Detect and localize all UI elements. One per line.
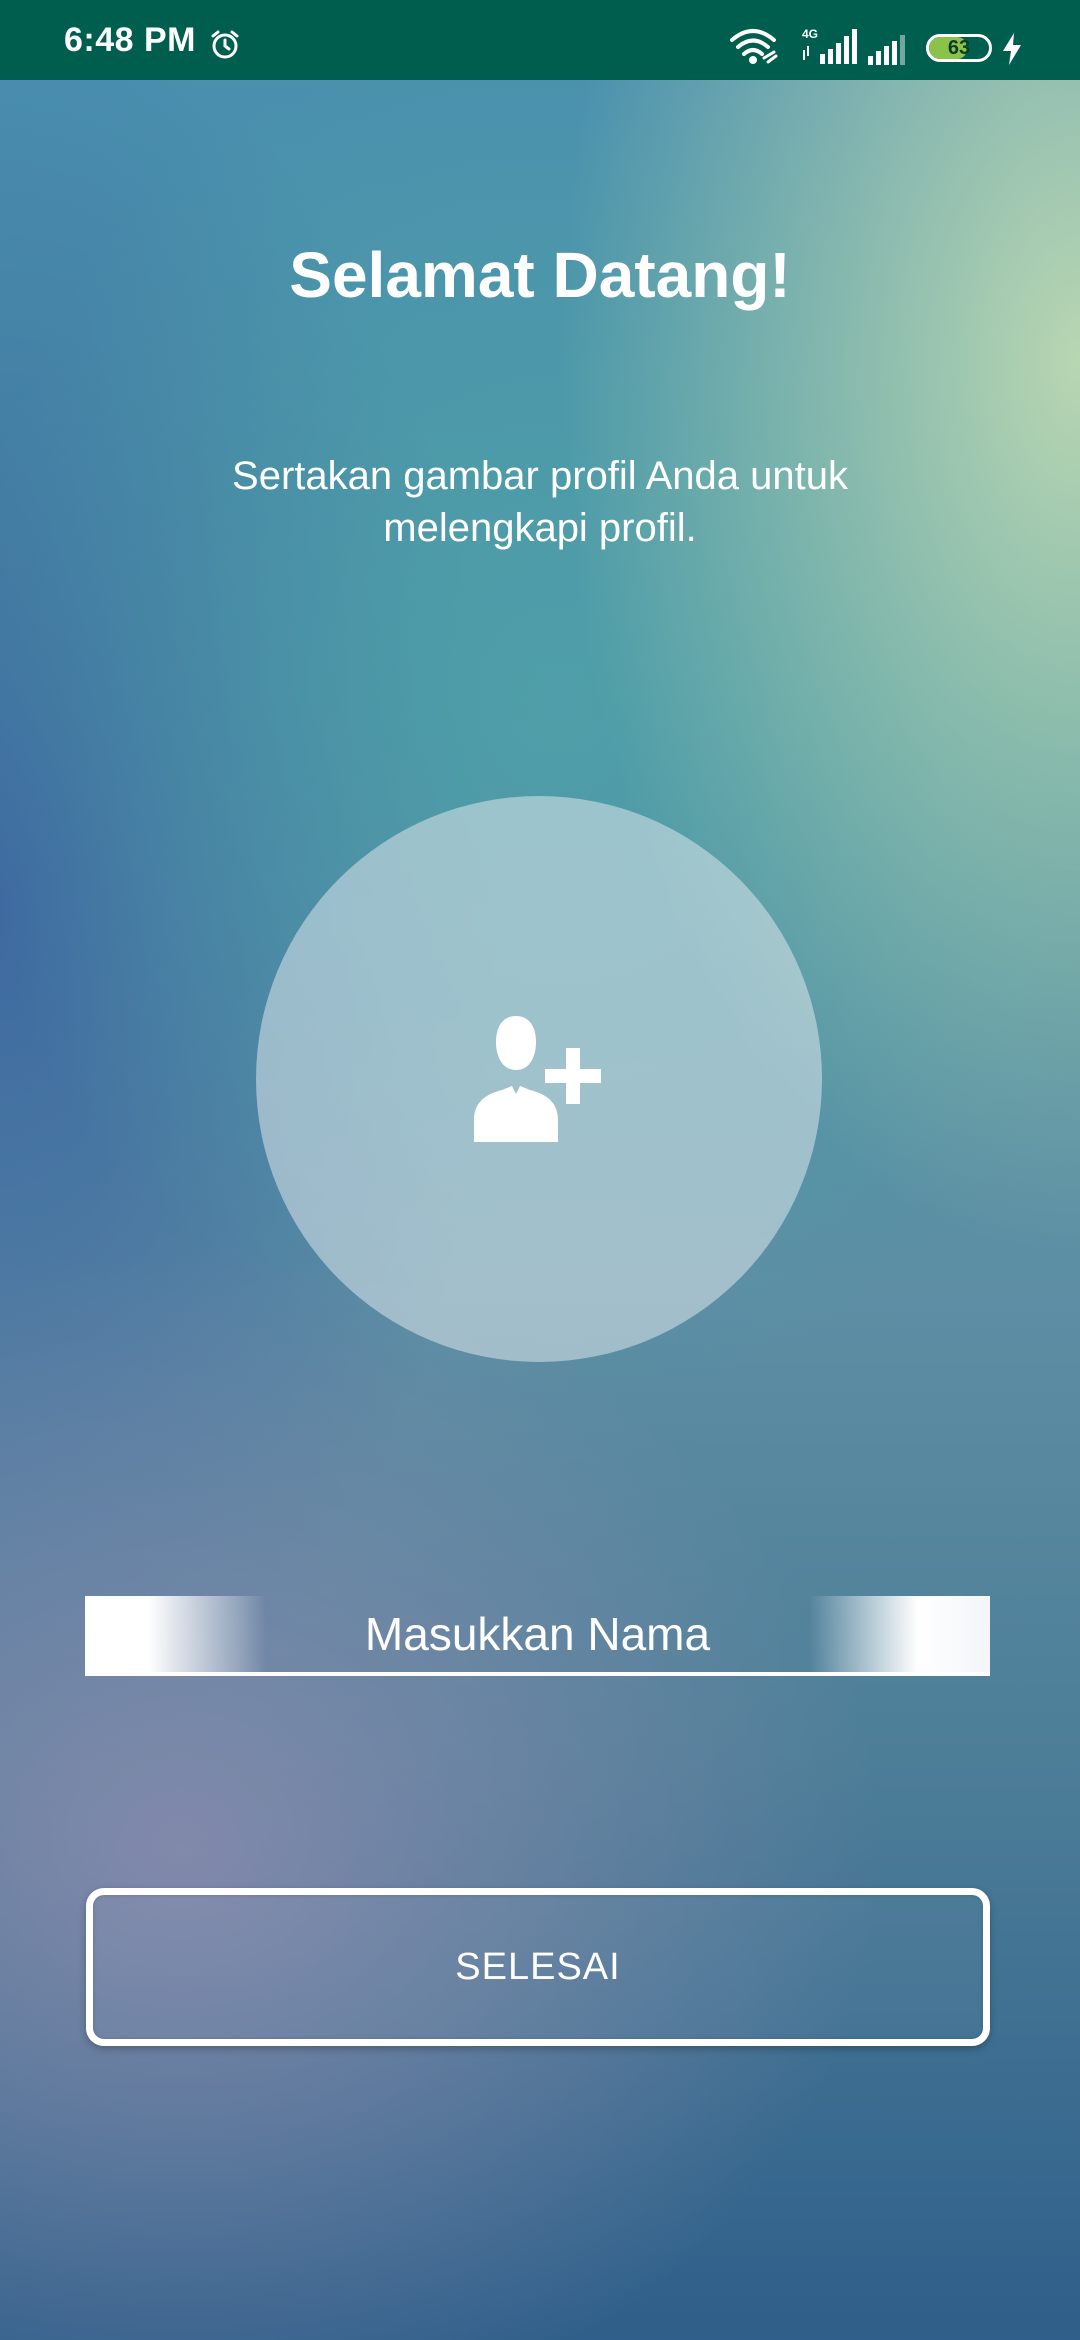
status-bar: 6:48 PM 4G 63	[0, 0, 1080, 80]
page-subtitle: Sertakan gambar profil Anda untuk meleng…	[232, 454, 848, 550]
wifi-icon	[730, 29, 778, 64]
add-user-icon[interactable]	[472, 1014, 612, 1144]
page-title: Selamat Datang!	[289, 239, 791, 311]
svg-text:4G: 4G	[802, 27, 818, 41]
signal-icon	[868, 35, 905, 65]
profile-setup-screen: 6:48 PM 4G 63 Selamat Datang! Sertakan g…	[0, 0, 1080, 2340]
battery-icon: 63	[926, 34, 992, 62]
alarm-icon	[211, 30, 239, 59]
status-time: 6:48 PM	[64, 21, 196, 59]
done-button[interactable]: SELESAI	[86, 1888, 990, 2046]
name-input[interactable]	[85, 1596, 990, 1672]
battery-level-text: 63	[947, 37, 971, 59]
signal-icon: 4G	[802, 27, 857, 64]
charging-icon	[1003, 33, 1021, 65]
name-input-container	[85, 1596, 990, 1676]
